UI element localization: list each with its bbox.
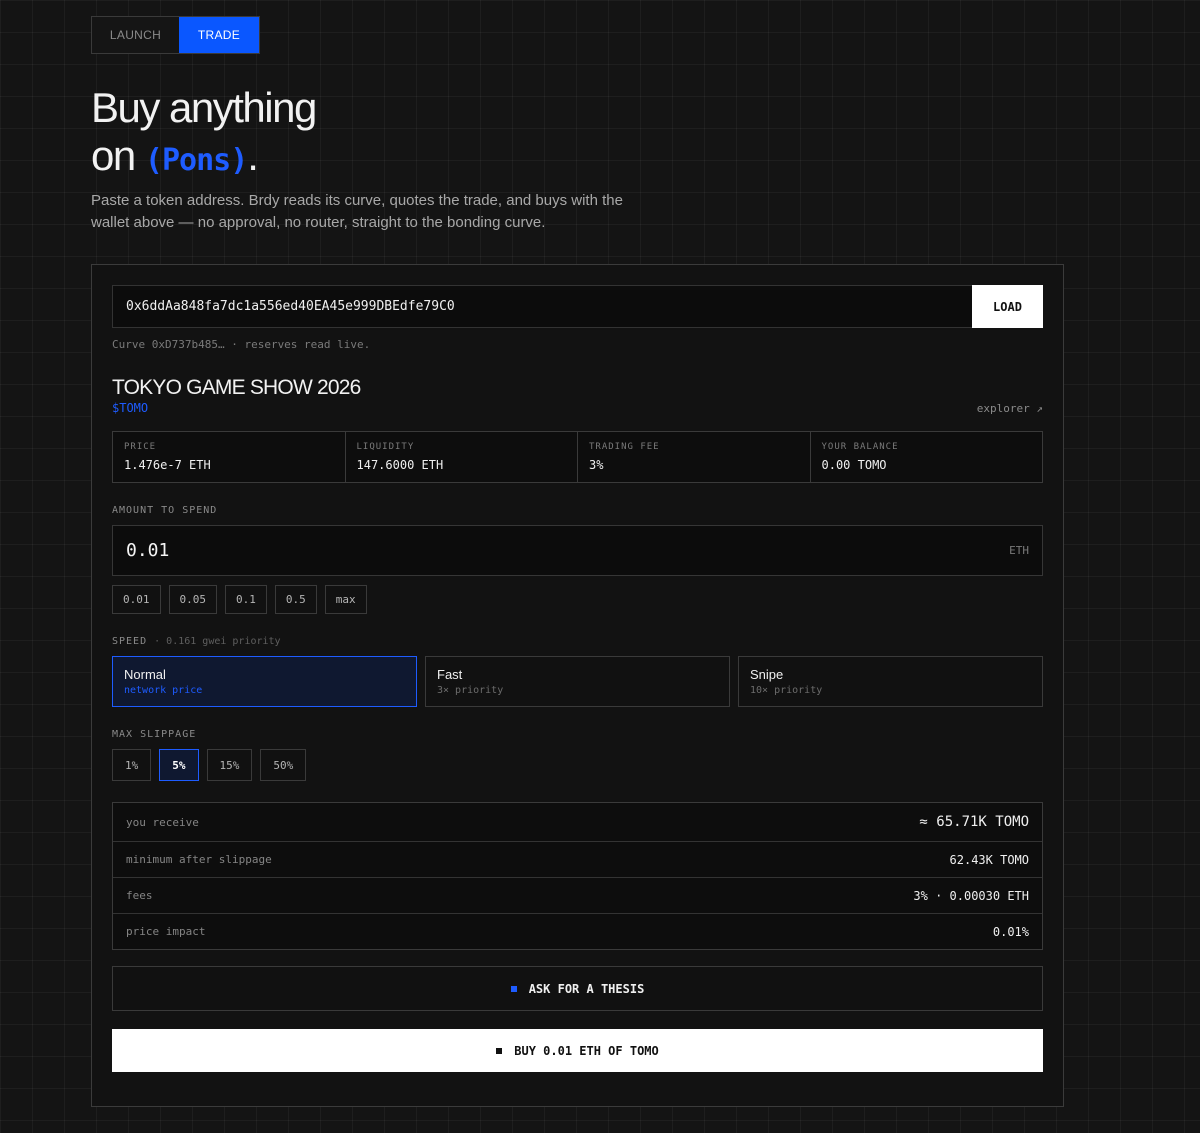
slippage-15[interactable]: 15% [206, 749, 253, 781]
preset-0-05[interactable]: 0.05 [168, 585, 217, 614]
speed-desc: 3× priority [437, 685, 504, 696]
slippage-50[interactable]: 50% [260, 749, 307, 781]
stat-label: TRADING FEE [589, 442, 660, 452]
page-title: Buy anything on (Pons). [91, 84, 317, 185]
speed-snipe[interactable]: Snipe 10× priority [738, 656, 1043, 707]
brand-name: (Pons) [144, 143, 248, 178]
ask-thesis-label: ASK FOR A THESIS [528, 981, 645, 996]
stat-label: YOUR BALANCE [821, 442, 899, 452]
slippage-label: MAX SLIPPAGE [112, 729, 197, 740]
token-symbol: $TOMO [112, 401, 149, 415]
amount-input[interactable]: 0.01 ETH [112, 525, 1043, 576]
speed-options: Normal network price Fast 3× priority Sn… [112, 656, 1043, 707]
stat-label: LIQUIDITY [356, 442, 415, 452]
quote-label: you receive [126, 815, 199, 829]
explorer-link[interactable]: explorer ↗ [977, 402, 1043, 415]
preset-0-1[interactable]: 0.1 [225, 585, 267, 614]
preset-0-01[interactable]: 0.01 [112, 585, 161, 614]
quote-label: minimum after slippage [126, 853, 272, 866]
stat-your-balance: YOUR BALANCE 0.00 TOMO [811, 432, 1043, 482]
stat-value: 3% [589, 458, 604, 472]
address-row: LOAD [112, 285, 1043, 328]
stat-value: 0.00 TOMO [821, 458, 887, 472]
tab-trade[interactable]: TRADE [179, 17, 259, 53]
speed-normal[interactable]: Normal network price [112, 656, 417, 707]
token-name: TOKYO GAME SHOW 2026 [112, 376, 361, 399]
buy-button[interactable]: BUY 0.01 ETH OF TOMO [112, 1029, 1043, 1072]
speed-desc: network price [124, 685, 203, 696]
token-stats: PRICE 1.476e-7 ETH LIQUIDITY 147.6000 ET… [112, 431, 1043, 483]
quote-label: price impact [126, 925, 206, 938]
title-line-2-suffix: . [247, 132, 259, 179]
quote-value: 3% · 0.00030 ETH [913, 888, 1029, 903]
title-line-2-prefix: on [91, 132, 145, 179]
ask-thesis-button[interactable]: ASK FOR A THESIS [112, 966, 1043, 1011]
curve-note: Curve 0xD737b485… · reserves read live. [112, 338, 371, 351]
stat-liquidity: LIQUIDITY 147.6000 ETH [346, 432, 578, 482]
amount-value: 0.01 [126, 540, 170, 561]
quote-row-receive: you receive ≈ 65.71K TOMO [113, 803, 1042, 842]
title-line-1: Buy anything [91, 84, 317, 131]
speed-name: Fast [437, 667, 463, 682]
amount-unit: ETH [1009, 544, 1029, 557]
quote-row-minimum: minimum after slippage 62.43K TOMO [113, 842, 1042, 878]
stat-value: 1.476e-7 ETH [124, 458, 211, 472]
quote-row-price-impact: price impact 0.01% [113, 914, 1042, 949]
stat-label: PRICE [124, 442, 157, 452]
stat-value: 147.6000 ETH [356, 458, 444, 472]
preset-max[interactable]: max [324, 585, 367, 614]
speed-desc: 10× priority [750, 685, 823, 696]
quote-value: ≈ 65.71K TOMO [919, 814, 1029, 830]
buy-label: BUY 0.01 ETH OF TOMO [514, 1043, 659, 1058]
square-icon [510, 985, 517, 992]
square-icon [496, 1047, 503, 1054]
quote-value: 0.01% [992, 924, 1029, 939]
slippage-1[interactable]: 1% [112, 749, 152, 781]
stat-price: PRICE 1.476e-7 ETH [113, 432, 346, 482]
speed-name: Normal [124, 667, 166, 682]
amount-presets: 0.01 0.05 0.1 0.5 max [112, 585, 367, 614]
mode-tabs: LAUNCH TRADE [91, 16, 260, 54]
preset-0-5[interactable]: 0.5 [274, 585, 317, 614]
speed-hint: · 0.161 gwei priority [154, 636, 281, 647]
quote-summary: you receive ≈ 65.71K TOMO minimum after … [112, 802, 1043, 950]
slippage-5[interactable]: 5% [159, 749, 199, 781]
speed-name: Snipe [750, 667, 784, 682]
tab-launch[interactable]: LAUNCH [92, 17, 179, 53]
quote-row-fees: fees 3% · 0.00030 ETH [113, 878, 1042, 914]
stat-trading-fee: TRADING FEE 3% [578, 432, 811, 482]
amount-label: AMOUNT TO SPEND [112, 505, 218, 516]
load-button[interactable]: LOAD [972, 285, 1043, 328]
page-subtitle: Paste a token address. Brdy reads its cu… [91, 192, 623, 231]
speed-label: SPEED · 0.161 gwei priority [112, 636, 281, 647]
quote-value: 62.43K TOMO [949, 852, 1029, 867]
token-address-input[interactable] [112, 285, 972, 328]
speed-label-text: SPEED [112, 636, 148, 647]
speed-fast[interactable]: Fast 3× priority [425, 656, 730, 707]
trade-panel: LOAD Curve 0xD737b485… · reserves read l… [91, 264, 1064, 1107]
quote-label: fees [126, 889, 153, 902]
slippage-options: 1% 5% 15% 50% [112, 749, 307, 781]
